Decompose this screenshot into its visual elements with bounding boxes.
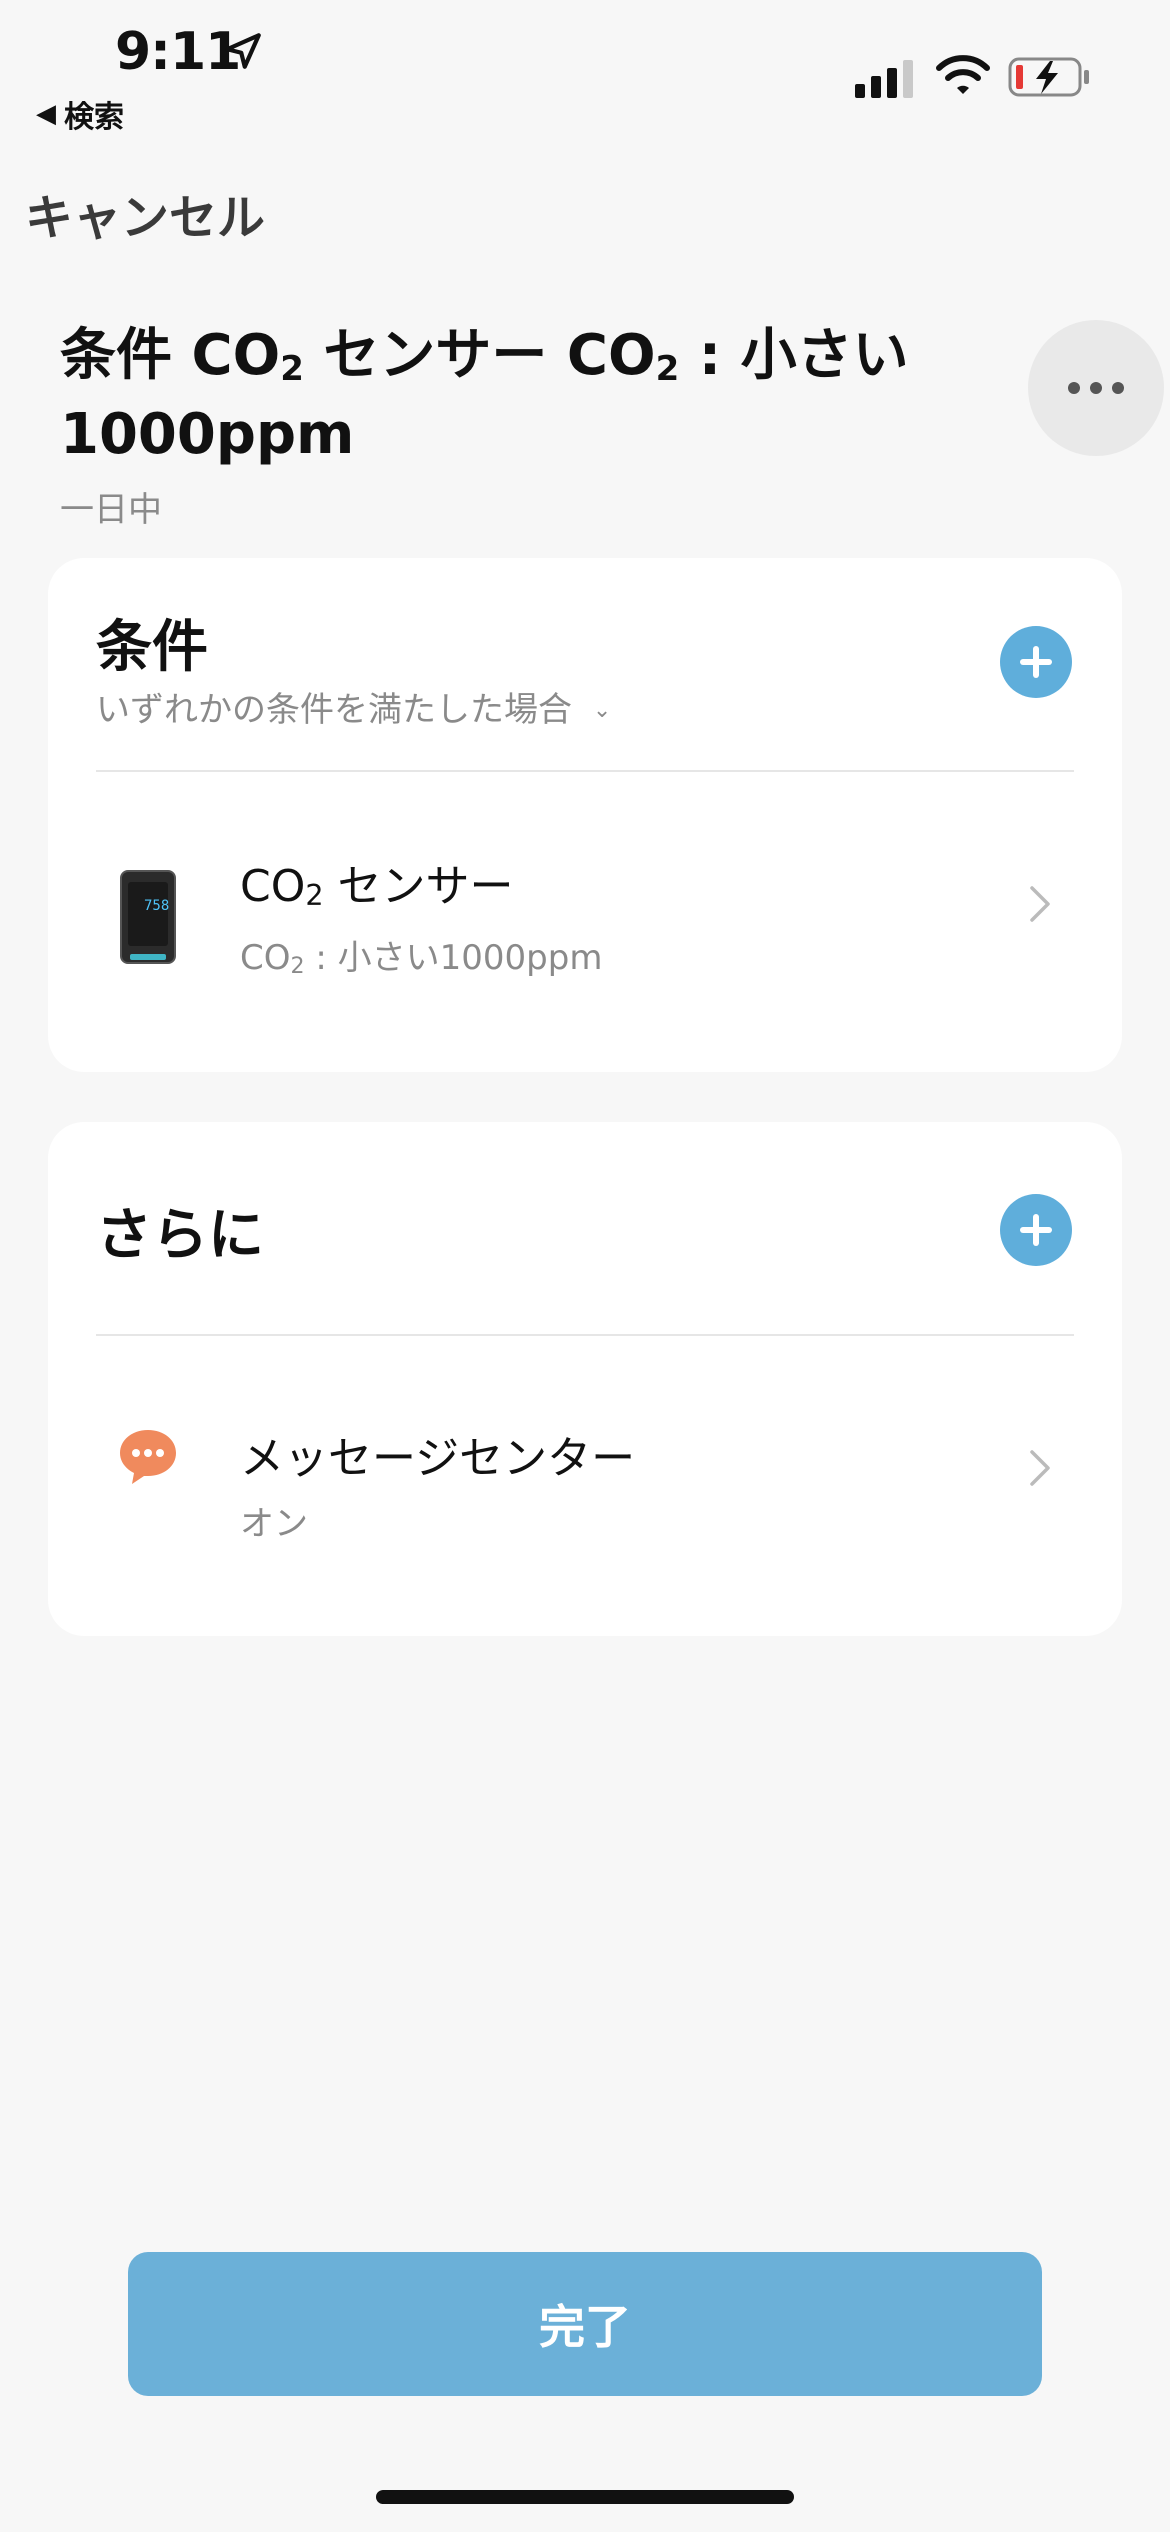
add-action-button[interactable] xyxy=(1000,1194,1072,1266)
cancel-button[interactable]: キャンセル xyxy=(25,178,265,248)
title-subscript-2: 2 xyxy=(655,349,680,389)
more-dot-icon xyxy=(1112,382,1124,394)
divider xyxy=(96,770,1074,772)
condition-title-subscript: 2 xyxy=(305,878,324,912)
chevron-right-icon xyxy=(1030,886,1050,922)
cellular-signal-icon xyxy=(855,60,913,98)
chevron-right-icon xyxy=(1030,1450,1050,1486)
battery-charging-icon xyxy=(1008,57,1089,97)
title-text-2: センサー CO xyxy=(303,323,656,388)
title-text-1: 条件 CO xyxy=(60,323,281,388)
more-dot-icon xyxy=(1090,382,1102,394)
condition-item-subtitle: CO2 : 小さい1000ppm xyxy=(240,930,602,979)
co2-sensor-device-icon: 758 xyxy=(120,870,176,964)
condition-match-dropdown[interactable]: いずれかの条件を満たした場合 ⌄ xyxy=(96,682,611,731)
back-triangle-icon: ◀ xyxy=(36,99,56,129)
back-label: 検索 xyxy=(64,100,124,135)
device-reading: 758 xyxy=(144,898,170,914)
action-item-subtitle: オン xyxy=(240,1504,308,1544)
condition-title-suffix: センサー xyxy=(323,861,514,912)
condition-sub-text: CO xyxy=(240,938,291,978)
device-base xyxy=(130,954,166,960)
action-item-title: メッセージセンター xyxy=(240,1433,636,1484)
conditions-card: 条件 いずれかの条件を満たした場合 ⌄ 758 CO2 センサー CO2 : 小… xyxy=(48,558,1122,1072)
home-indicator[interactable] xyxy=(376,2490,794,2504)
actions-card: さらに メッセージセンター オン xyxy=(48,1122,1122,1636)
title-subscript-1: 2 xyxy=(280,349,304,389)
done-button[interactable]: 完了 xyxy=(128,2252,1042,2396)
wifi-icon xyxy=(936,55,990,94)
condition-match-label: いずれかの条件を満たした場合 xyxy=(96,690,572,730)
message-bubble-icon xyxy=(120,1430,176,1484)
schedule-subtitle: 一日中 xyxy=(60,490,162,530)
condition-title-text: CO xyxy=(240,861,306,912)
chevron-down-icon: ⌄ xyxy=(592,698,612,723)
condition-sub-subscript: 2 xyxy=(290,953,305,979)
condition-item-title: CO2 センサー xyxy=(240,850,514,914)
add-condition-button[interactable] xyxy=(1000,626,1072,698)
conditions-title: 条件 xyxy=(96,615,208,680)
more-dot-icon xyxy=(1068,382,1080,394)
device-screen: 758 xyxy=(128,882,170,946)
location-arrow-icon xyxy=(225,33,261,69)
more-options-button[interactable] xyxy=(1028,320,1164,456)
back-to-search-link[interactable]: ◀ 検索 xyxy=(36,92,124,136)
condition-sub-suffix: : 小さい1000ppm xyxy=(304,938,603,978)
page-title[interactable]: 条件 CO2 センサー CO2 : 小さい 1000ppm xyxy=(60,320,990,471)
divider xyxy=(96,1334,1074,1336)
actions-title: さらに xyxy=(96,1203,264,1268)
